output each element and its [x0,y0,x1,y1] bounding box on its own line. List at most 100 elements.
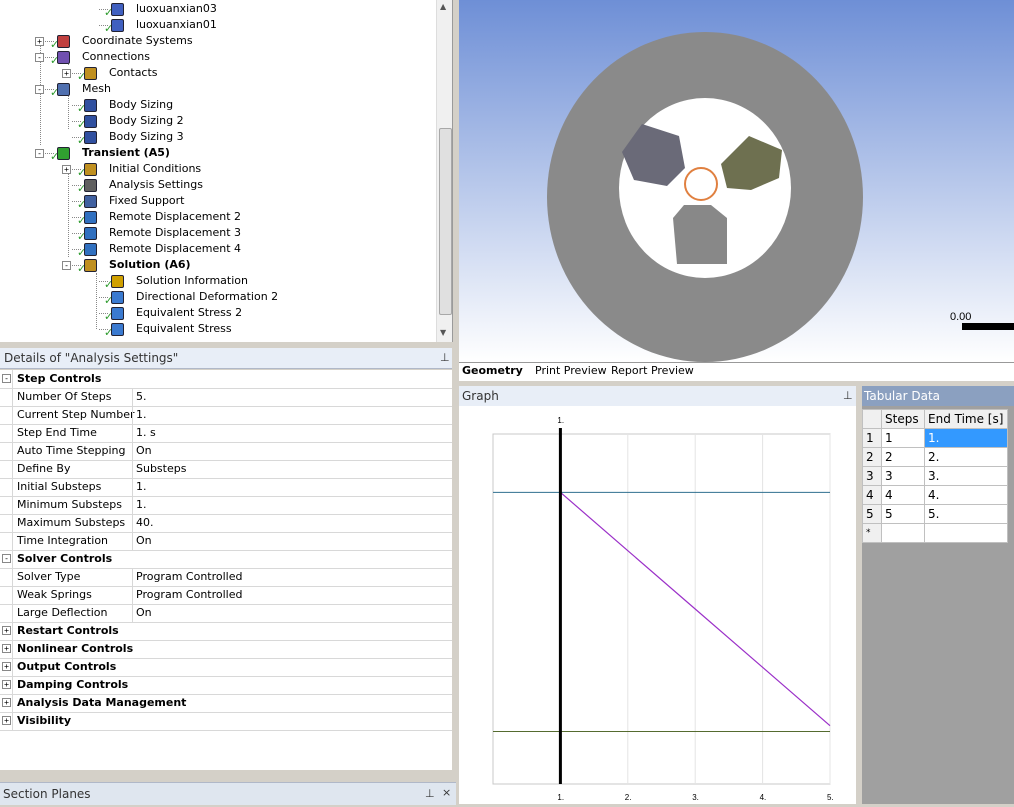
details-section[interactable]: - Step Controls [0,370,452,389]
collapse-icon[interactable]: - [35,149,44,158]
tree-item[interactable]: - ✓ Mesh [0,81,436,99]
property-value[interactable]: 5. [136,390,147,403]
expand-icon[interactable]: + [2,680,11,689]
expand-icon[interactable]: + [62,69,71,78]
details-row[interactable]: Define By Substeps [0,460,452,479]
scroll-thumb[interactable] [439,128,452,315]
tabular-table[interactable]: Steps End Time [s] 1 1 1. 2 2 2. 3 3 3. 4 4 4. 5 5 5. * [862,409,1008,543]
details-row[interactable]: Weak Springs Program Controlled [0,586,452,605]
collapse-icon[interactable]: - [62,261,71,270]
tree-item[interactable]: ✓ Equivalent Stress 2 [0,305,436,323]
end-time-cell[interactable]: 4. [924,485,1008,505]
property-value[interactable]: Program Controlled [136,588,242,601]
tree-item[interactable]: + ✓ Coordinate Systems [0,33,436,51]
tree-item[interactable]: ✓ Body Sizing 2 [0,113,436,131]
scroll-up-icon[interactable]: ▲ [440,2,446,11]
details-section[interactable]: + Analysis Data Management [0,694,452,713]
expand-icon[interactable]: + [62,165,71,174]
pin-icon[interactable]: ⊥ [843,389,853,402]
details-section[interactable]: + Nonlinear Controls [0,640,452,659]
tree-item[interactable]: - ✓ Transient (A5) [0,145,436,163]
details-row[interactable]: Time Integration On [0,532,452,551]
hub-circle[interactable] [684,167,718,201]
details-section[interactable]: - Solver Controls [0,550,452,569]
expand-icon[interactable]: + [2,662,11,671]
step-cell[interactable]: 5 [881,504,925,524]
expand-icon[interactable]: + [2,644,11,653]
expand-icon[interactable]: + [2,698,11,707]
end-time-cell[interactable]: 3. [924,466,1008,486]
property-value[interactable]: 1. [136,498,147,511]
tree-item[interactable]: ✓ Remote Displacement 4 [0,241,436,259]
tree-item[interactable]: + ✓ Contacts [0,65,436,83]
details-row[interactable]: Current Step Number 1. [0,406,452,425]
column-header[interactable]: End Time [s] [924,409,1008,429]
empty-cell[interactable] [881,523,925,543]
table-row[interactable]: 4 4 4. [862,485,1008,505]
step-cell[interactable]: 3 [881,466,925,486]
graph-chart[interactable]: 1. 1. 2. 3. 4. 5. [459,406,856,804]
expand-icon[interactable]: + [2,626,11,635]
details-row[interactable]: Maximum Substeps 40. [0,514,452,533]
tab-geometry[interactable]: Geometry [462,364,523,377]
details-section[interactable]: + Restart Controls [0,622,452,641]
close-icon[interactable]: × [442,786,451,799]
property-value[interactable]: Substeps [136,462,186,475]
pin-icon[interactable]: ⊥ [440,351,450,364]
tree-scrollbar[interactable]: ▲ ▼ [436,0,452,342]
outline-tree[interactable]: ✓ luoxuanxian03 ✓ luoxuanxian01 + ✓ Coordinate… [0,0,453,342]
scroll-down-icon[interactable]: ▼ [440,328,446,337]
details-row[interactable]: Auto Time Stepping On [0,442,452,461]
tree-item[interactable]: ✓ Fixed Support [0,193,436,211]
details-row[interactable]: Number Of Steps 5. [0,388,452,407]
step-cell[interactable]: 4 [881,485,925,505]
details-row[interactable]: Solver Type Program Controlled [0,568,452,587]
property-value[interactable]: On [136,606,152,619]
step-cell[interactable]: 1 [881,428,925,448]
tree-item[interactable]: ✓ Remote Displacement 3 [0,225,436,243]
pin-icon[interactable]: ⊥ [425,787,435,800]
property-value[interactable]: On [136,444,152,457]
collapse-icon[interactable]: - [35,53,44,62]
graph-panel[interactable]: 1. 1. 2. 3. 4. 5. [459,406,856,804]
end-time-cell[interactable]: 1. [924,428,1008,448]
tree-item[interactable]: ✓ luoxuanxian03 [0,1,436,19]
geometry-viewport[interactable]: 0.00 [459,0,1014,362]
details-section[interactable]: + Damping Controls [0,676,452,695]
step-cell[interactable]: 2 [881,447,925,467]
tree-item[interactable]: ✓ Body Sizing [0,97,436,115]
details-row[interactable]: Large Deflection On [0,604,452,623]
table-row[interactable]: 3 3 3. [862,466,1008,486]
property-value[interactable]: On [136,534,152,547]
tree-item[interactable]: ✓ Body Sizing 3 [0,129,436,147]
table-row[interactable]: 5 5 5. [862,504,1008,524]
tree-item[interactable]: ✓ Remote Displacement 2 [0,209,436,227]
end-time-cell[interactable]: 2. [924,447,1008,467]
details-row[interactable]: Step End Time 1. s [0,424,452,443]
table-row[interactable]: 2 2 2. [862,447,1008,467]
expand-icon[interactable]: + [35,37,44,46]
table-row[interactable]: 1 1 1. [862,428,1008,448]
details-section[interactable]: + Output Controls [0,658,452,677]
collapse-icon[interactable]: - [35,85,44,94]
details-row[interactable]: Minimum Substeps 1. [0,496,452,515]
blade-bottom[interactable] [673,205,727,264]
tree-item[interactable]: ✓ Equivalent Stress [0,321,436,339]
empty-cell[interactable] [924,523,1008,543]
property-value[interactable]: 1. s [136,426,156,439]
tree-item[interactable]: ✓ Directional Deformation 2 [0,289,436,307]
tab-report-preview[interactable]: Report Preview [611,364,694,377]
details-row[interactable]: Initial Substeps 1. [0,478,452,497]
column-header[interactable]: Steps [881,409,925,429]
details-section[interactable]: + Visibility [0,712,452,731]
tree-item[interactable]: - ✓ Connections [0,49,436,67]
tree-item[interactable]: ✓ Analysis Settings [0,177,436,195]
model-view[interactable]: 0.00 [459,0,1014,362]
property-value[interactable]: 40. [136,516,154,529]
new-row[interactable]: * [862,523,1008,543]
tree-item[interactable]: + ✓ Initial Conditions [0,161,436,179]
collapse-icon[interactable]: - [2,374,11,383]
property-value[interactable]: 1. [136,480,147,493]
collapse-icon[interactable]: - [2,554,11,563]
property-value[interactable]: Program Controlled [136,570,242,583]
